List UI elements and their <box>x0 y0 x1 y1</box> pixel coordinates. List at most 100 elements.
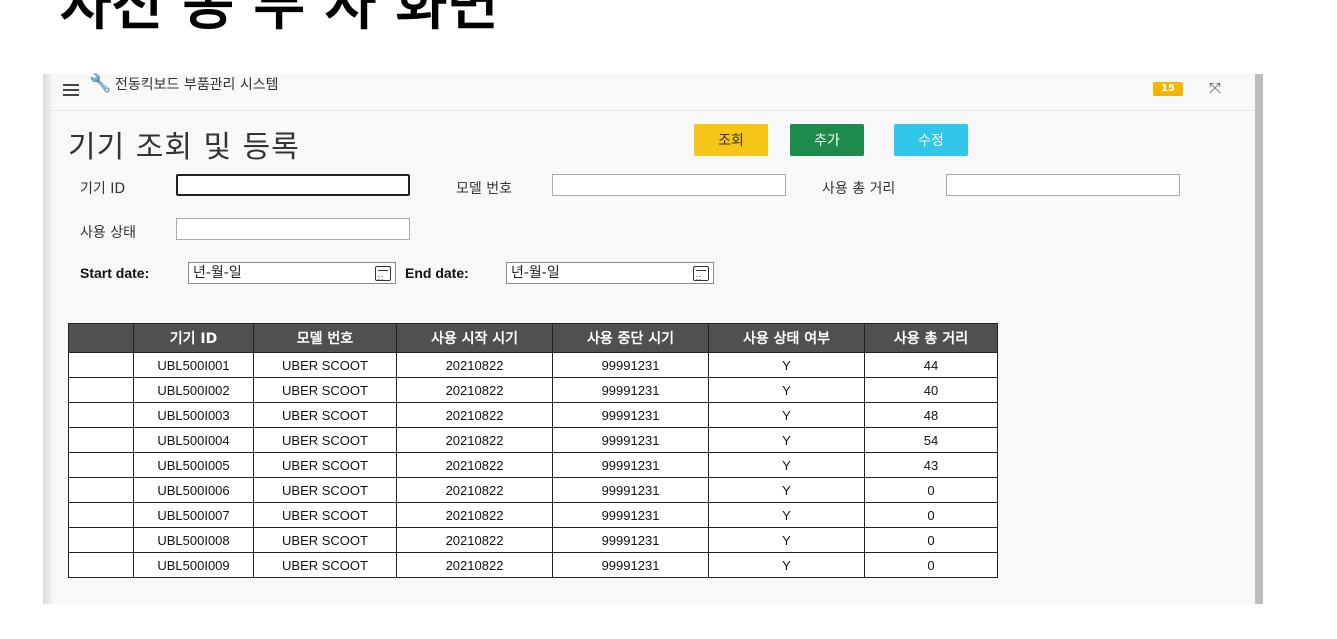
model-cell: UBER SCOOT <box>253 352 397 378</box>
table-row[interactable]: UBL500I002 UBER SCOOT 20210822 99991231 Y 40 <box>68 377 998 403</box>
device-id-cell: UBL500I004 <box>133 427 254 453</box>
distance-cell: 48 <box>864 402 998 428</box>
model-cell: UBER SCOOT <box>253 402 397 428</box>
start-date-cell: 20210822 <box>396 452 553 478</box>
table-header-row: 기기 ID 모델 번호 사용 시작 시기 사용 중단 시기 사용 상태 여부 사… <box>68 323 998 353</box>
status-cell: Y <box>708 427 865 453</box>
notification-badge[interactable]: 15 <box>1153 82 1183 96</box>
model-no-input[interactable] <box>552 174 786 196</box>
start-date-cell: 20210822 <box>396 402 553 428</box>
distance-cell: 0 <box>864 527 998 553</box>
total-distance-label: 사용 총 거리 <box>822 181 896 197</box>
table-row[interactable]: UBL500I008 UBER SCOOT 20210822 99991231 Y 0 <box>68 527 998 553</box>
status-input[interactable] <box>176 218 410 240</box>
device-id-cell: UBL500I002 <box>133 377 254 403</box>
end-date-cell: 99991231 <box>552 352 709 378</box>
start-date-input[interactable]: 년-월-일 <box>188 262 396 289</box>
device-id-cell: UBL500I008 <box>133 527 254 553</box>
device-id-cell: UBL500I007 <box>133 502 254 528</box>
end-date-cell: 99991231 <box>552 527 709 553</box>
row-select-cell[interactable] <box>68 352 134 378</box>
table-row[interactable]: UBL500I007 UBER SCOOT 20210822 99991231 Y 0 <box>68 502 998 528</box>
distance-cell: 0 <box>864 552 998 578</box>
total-distance-input[interactable] <box>946 174 1180 196</box>
start-date-label: Start date: <box>80 265 150 281</box>
model-cell: UBER SCOOT <box>253 452 397 478</box>
end-date-label: End date: <box>405 265 469 281</box>
status-cell: Y <box>708 352 865 378</box>
status-cell: Y <box>708 402 865 428</box>
expand-icon[interactable]: ⤧ <box>1209 79 1221 97</box>
calendar-icon[interactable] <box>693 266 709 289</box>
cropped-heading: 자전 동 부 사 화면 <box>60 0 499 38</box>
status-cell: Y <box>708 527 865 553</box>
row-select-cell[interactable] <box>68 552 134 578</box>
device-id-cell: UBL500I005 <box>133 452 254 478</box>
column-header[interactable]: 사용 총 거리 <box>864 323 998 353</box>
start-date-cell: 20210822 <box>396 552 553 578</box>
table-row[interactable]: UBL500I009 UBER SCOOT 20210822 99991231 Y 0 <box>68 552 998 578</box>
table-row[interactable]: UBL500I005 UBER SCOOT 20210822 99991231 Y 43 <box>68 452 998 478</box>
start-date-cell: 20210822 <box>396 502 553 528</box>
row-select-cell[interactable] <box>68 427 134 453</box>
table-row[interactable]: UBL500I006 UBER SCOOT 20210822 99991231 Y 0 <box>68 477 998 503</box>
scrollbar[interactable] <box>1255 74 1263 604</box>
model-no-label: 모델 번호 <box>456 181 512 197</box>
column-header[interactable]: 기기 ID <box>133 323 254 353</box>
app-header: 🔧 전동킥보드 부품관리 시스템 15 ⤧ <box>43 73 1255 111</box>
device-id-cell: UBL500I006 <box>133 477 254 503</box>
device-id-input[interactable] <box>176 174 410 196</box>
row-select-cell[interactable] <box>68 477 134 503</box>
start-date-cell: 20210822 <box>396 527 553 553</box>
distance-cell: 43 <box>864 452 998 478</box>
page-title: 기기 조회 및 등록 <box>68 130 300 165</box>
distance-cell: 40 <box>864 377 998 403</box>
model-cell: UBER SCOOT <box>253 527 397 553</box>
edit-button[interactable]: 수정 <box>894 124 968 156</box>
row-select-cell[interactable] <box>68 527 134 553</box>
row-select-cell[interactable] <box>68 402 134 428</box>
row-select-cell[interactable] <box>68 452 134 478</box>
hamburger-icon[interactable] <box>63 84 79 96</box>
status-cell: Y <box>708 377 865 403</box>
start-date-cell: 20210822 <box>396 427 553 453</box>
end-date-cell: 99991231 <box>552 477 709 503</box>
end-date-cell: 99991231 <box>552 402 709 428</box>
end-date-cell: 99991231 <box>552 502 709 528</box>
calendar-icon[interactable] <box>375 266 391 289</box>
table-row[interactable]: UBL500I001 UBER SCOOT 20210822 99991231 Y 44 <box>68 352 998 378</box>
model-cell: UBER SCOOT <box>253 427 397 453</box>
status-cell: Y <box>708 477 865 503</box>
status-cell: Y <box>708 502 865 528</box>
status-label: 사용 상태 <box>80 225 136 241</box>
device-table: 기기 ID 모델 번호 사용 시작 시기 사용 중단 시기 사용 상태 여부 사… <box>68 323 998 578</box>
start-date-placeholder: 년-월-일 <box>193 265 242 281</box>
wrench-icon: 🔧 <box>89 73 112 94</box>
device-id-label: 기기 ID <box>80 181 126 197</box>
model-cell: UBER SCOOT <box>253 502 397 528</box>
column-header[interactable]: 사용 중단 시기 <box>552 323 709 353</box>
row-select-cell[interactable] <box>68 377 134 403</box>
end-date-cell: 99991231 <box>552 552 709 578</box>
column-header[interactable]: 사용 상태 여부 <box>708 323 865 353</box>
distance-cell: 54 <box>864 427 998 453</box>
table-row[interactable]: UBL500I004 UBER SCOOT 20210822 99991231 Y 54 <box>68 427 998 453</box>
app-window: 🔧 전동킥보드 부품관리 시스템 15 ⤧ 기기 조회 및 등록 조회 추가 수… <box>43 73 1263 604</box>
end-date-input[interactable]: 년-월-일 <box>506 262 714 289</box>
column-header[interactable]: 사용 시작 시기 <box>396 323 553 353</box>
left-shadow <box>43 74 53 604</box>
status-cell: Y <box>708 552 865 578</box>
column-header[interactable] <box>68 323 134 353</box>
distance-cell: 0 <box>864 477 998 503</box>
start-date-cell: 20210822 <box>396 352 553 378</box>
app-title: 전동킥보드 부품관리 시스템 <box>115 77 279 93</box>
search-button[interactable]: 조회 <box>694 124 768 156</box>
column-header[interactable]: 모델 번호 <box>253 323 397 353</box>
add-button[interactable]: 추가 <box>790 124 864 156</box>
start-date-cell: 20210822 <box>396 377 553 403</box>
device-id-cell: UBL500I001 <box>133 352 254 378</box>
row-select-cell[interactable] <box>68 502 134 528</box>
device-id-cell: UBL500I003 <box>133 402 254 428</box>
end-date-cell: 99991231 <box>552 427 709 453</box>
table-row[interactable]: UBL500I003 UBER SCOOT 20210822 99991231 Y 48 <box>68 402 998 428</box>
